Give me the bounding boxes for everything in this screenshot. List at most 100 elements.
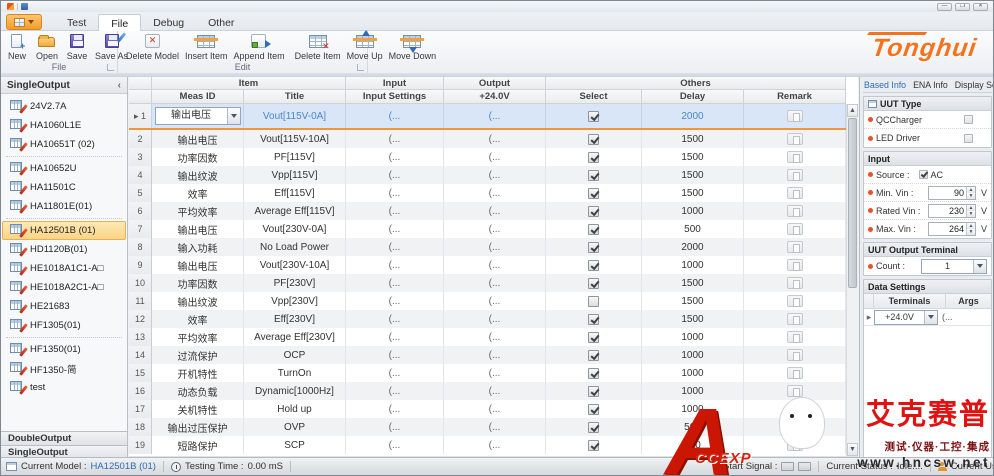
- select-checkbox[interactable]: [588, 332, 599, 343]
- title-cell[interactable]: OCP: [244, 346, 346, 364]
- remark-note-icon[interactable]: [787, 439, 803, 451]
- input-settings-cell[interactable]: (...: [346, 220, 444, 238]
- output-cell[interactable]: (...: [444, 328, 546, 346]
- title-cell[interactable]: No Load Power: [244, 238, 346, 256]
- column-header--24-0v[interactable]: +24.0V: [444, 90, 546, 104]
- select-checkbox[interactable]: [588, 224, 599, 235]
- delay-cell[interactable]: 1000: [642, 256, 744, 274]
- delay-cell[interactable]: 1000: [642, 202, 744, 220]
- select-checkbox[interactable]: [588, 206, 599, 217]
- table-row[interactable]: 16动态负载Dynamic[1000Hz](...(...1000: [129, 382, 846, 400]
- table-row[interactable]: 3功率因数PF[115V](...(...1500: [129, 148, 846, 166]
- table-row[interactable]: 18输出过压保护OVP(...(...500: [129, 418, 846, 436]
- remark-note-icon[interactable]: [787, 277, 803, 289]
- delay-cell[interactable]: 1500: [642, 148, 744, 166]
- output-cell[interactable]: (...: [444, 238, 546, 256]
- title-cell[interactable]: Vout[115V-0A]: [244, 104, 346, 128]
- title-cell[interactable]: PF[230V]: [244, 274, 346, 292]
- args-value[interactable]: (...: [938, 312, 953, 322]
- numeric-input[interactable]: 90▲▼: [928, 186, 976, 200]
- ribbon-tab-file[interactable]: File: [98, 14, 141, 31]
- remark-note-icon[interactable]: [787, 223, 803, 235]
- model-item[interactable]: HF1305(01): [2, 316, 126, 335]
- output-cell[interactable]: (...: [444, 220, 546, 238]
- sidebar-header[interactable]: SingleOutput ‹: [1, 77, 127, 94]
- select-checkbox[interactable]: [588, 296, 599, 307]
- delay-cell[interactable]: 1500: [642, 310, 744, 328]
- input-settings-cell[interactable]: (...: [346, 364, 444, 382]
- table-row[interactable]: 10功率因数PF[230V](...(...1500: [129, 274, 846, 292]
- title-cell[interactable]: SCP: [244, 436, 346, 454]
- meas-id-dropdown[interactable]: 输出电压: [155, 107, 241, 125]
- vertical-scrollbar[interactable]: ▲ ▼: [846, 104, 858, 456]
- remark-note-icon[interactable]: [787, 205, 803, 217]
- select-checkbox[interactable]: [588, 422, 599, 433]
- delay-cell[interactable]: 500: [642, 436, 744, 454]
- model-item[interactable]: test: [2, 378, 126, 397]
- delay-cell[interactable]: 2000: [642, 238, 744, 256]
- collapse-sidebar-icon[interactable]: ‹: [118, 80, 121, 91]
- model-item[interactable]: HF1350(01): [2, 340, 126, 359]
- select-checkbox[interactable]: [588, 368, 599, 379]
- output-cell[interactable]: (...: [444, 436, 546, 454]
- spinner-arrows-icon[interactable]: ▲▼: [966, 187, 975, 199]
- count-dropdown[interactable]: 1: [921, 259, 987, 274]
- input-settings-cell[interactable]: (...: [346, 130, 444, 148]
- select-checkbox[interactable]: [588, 350, 599, 361]
- move-up-button[interactable]: Move Up: [344, 31, 386, 61]
- delay-cell[interactable]: 500: [642, 220, 744, 238]
- title-cell[interactable]: OVP: [244, 418, 346, 436]
- output-cell[interactable]: (...: [444, 184, 546, 202]
- column-header-meas-id[interactable]: Meas ID: [152, 90, 244, 104]
- title-cell[interactable]: PF[115V]: [244, 148, 346, 166]
- table-row[interactable]: 5效率Eff[115V](...(...1500: [129, 184, 846, 202]
- select-checkbox[interactable]: [588, 260, 599, 271]
- dialog-launcher-icon[interactable]: [107, 64, 114, 71]
- remark-note-icon[interactable]: [787, 169, 803, 181]
- output-cell[interactable]: (...: [444, 364, 546, 382]
- ribbon-tab-debug[interactable]: Debug: [141, 14, 196, 31]
- delay-cell[interactable]: 2000: [642, 104, 744, 128]
- output-cell[interactable]: (...: [444, 130, 546, 148]
- title-cell[interactable]: Eff[115V]: [244, 184, 346, 202]
- model-item[interactable]: HF1350-简: [2, 359, 126, 378]
- delay-cell[interactable]: 1000: [642, 346, 744, 364]
- table-row[interactable]: 6平均效率Average Eff[115V](...(...1000: [129, 202, 846, 220]
- scroll-up-icon[interactable]: ▲: [847, 104, 858, 117]
- input-settings-cell[interactable]: (...: [346, 238, 444, 256]
- remark-note-icon[interactable]: [787, 259, 803, 271]
- remark-note-icon[interactable]: [787, 367, 803, 379]
- dialog-launcher-icon[interactable]: [357, 64, 364, 71]
- input-settings-cell[interactable]: (...: [346, 418, 444, 436]
- input-settings-cell[interactable]: (...: [346, 256, 444, 274]
- delay-cell[interactable]: 1500: [642, 292, 744, 310]
- quick-access-app-icon[interactable]: [7, 3, 14, 10]
- delay-cell[interactable]: 1500: [642, 130, 744, 148]
- select-checkbox[interactable]: [588, 278, 599, 289]
- open-button[interactable]: Open: [32, 31, 62, 61]
- column-header-select[interactable]: Select: [546, 90, 642, 104]
- output-cell[interactable]: (...: [444, 310, 546, 328]
- model-item[interactable]: HE1018A1C1-A□: [2, 259, 126, 278]
- panel-tab-based-info[interactable]: Based Info: [864, 80, 906, 90]
- column-header-remark[interactable]: Remark: [744, 90, 846, 104]
- table-row[interactable]: 19短路保护SCP(...(...500: [129, 436, 846, 454]
- column-header-delay[interactable]: Delay: [642, 90, 744, 104]
- delay-cell[interactable]: 1000: [642, 382, 744, 400]
- model-item[interactable]: HE21683: [2, 297, 126, 316]
- title-cell[interactable]: Vpp[230V]: [244, 292, 346, 310]
- delete-model-button[interactable]: ✕Delete Model: [123, 31, 182, 61]
- append-item-button[interactable]: Append Item: [231, 31, 288, 61]
- delay-cell[interactable]: 1500: [642, 274, 744, 292]
- title-cell[interactable]: Vpp[115V]: [244, 166, 346, 184]
- output-cell[interactable]: (...: [444, 148, 546, 166]
- output-cell[interactable]: (...: [444, 166, 546, 184]
- title-cell[interactable]: TurnOn: [244, 364, 346, 382]
- remark-note-icon[interactable]: [787, 133, 803, 145]
- delete-item-button[interactable]: ✕Delete Item: [292, 31, 344, 61]
- model-item[interactable]: HA11501C: [2, 178, 126, 197]
- column-header-input-settings[interactable]: Input Settings: [346, 90, 444, 104]
- move-down-button[interactable]: Move Down: [386, 31, 440, 61]
- title-cell[interactable]: Vout[230V-10A]: [244, 256, 346, 274]
- output-cell[interactable]: (...: [444, 346, 546, 364]
